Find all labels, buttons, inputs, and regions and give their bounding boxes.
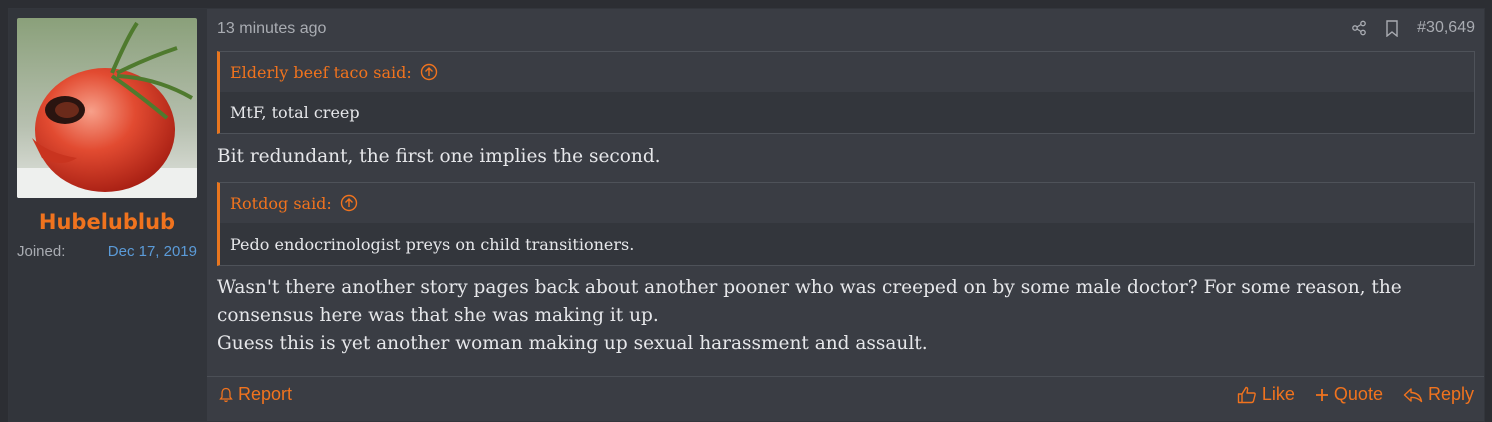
post-actions: Like Quote Reply	[1237, 384, 1474, 405]
like-button[interactable]: Like	[1237, 384, 1295, 405]
bookmark-icon[interactable]	[1385, 19, 1399, 37]
quote-author[interactable]: Elderly beef taco said:	[230, 63, 412, 82]
thumbs-up-icon	[1237, 386, 1256, 403]
reply-arrow-icon	[1403, 387, 1423, 402]
reply-line: Guess this is yet another woman making u…	[217, 333, 928, 354]
joined-row: Joined: Dec 17, 2019	[17, 243, 197, 260]
share-icon[interactable]	[1351, 20, 1367, 36]
quote-header: Elderly beef taco said:	[220, 52, 1474, 92]
arrow-up-circle-icon[interactable]	[340, 194, 358, 212]
avatar[interactable]	[17, 18, 197, 198]
reply-text-2: Wasn't there another story pages back ab…	[217, 274, 1417, 358]
forum-post: Hubelublub Joined: Dec 17, 2019 13 minut…	[8, 8, 1485, 422]
username[interactable]: Hubelublub	[17, 210, 197, 234]
quote-text: Pedo endocrinologist preys on child tran…	[230, 234, 635, 254]
post-footer: Report Like Quote Reply	[207, 376, 1484, 421]
quote-author[interactable]: Rotdog said:	[230, 194, 332, 213]
like-label: Like	[1261, 384, 1295, 404]
joined-date: Dec 17, 2019	[107, 243, 197, 260]
post-time[interactable]: 13 minutes ago	[217, 20, 326, 38]
quote-text: MtF, total creep	[230, 102, 360, 122]
quote-label: Quote	[1333, 384, 1383, 404]
arrow-up-circle-icon[interactable]	[420, 63, 438, 81]
quote-block-2: Rotdog said: Pedo endocrinologist preys …	[217, 182, 1475, 266]
reply-label: Reply	[1427, 384, 1474, 404]
report-button[interactable]: Report	[219, 384, 292, 405]
reply-text-1: Bit redundant, the first one implies the…	[217, 146, 661, 167]
reply-line: Wasn't there another story pages back ab…	[217, 277, 1402, 298]
bell-icon	[219, 387, 233, 402]
joined-label: Joined:	[17, 243, 66, 260]
reply-line: consensus here was that she was making i…	[217, 305, 659, 326]
post-number[interactable]: #30,649	[1417, 19, 1475, 37]
report-label: Report	[238, 384, 293, 404]
quote-header: Rotdog said:	[220, 183, 1474, 223]
quote-block-1: Elderly beef taco said: MtF, total creep	[217, 51, 1475, 134]
plus-icon	[1315, 388, 1328, 401]
quote-button[interactable]: Quote	[1315, 384, 1383, 405]
reply-button[interactable]: Reply	[1403, 384, 1474, 405]
post-main: 13 minutes ago #30,649 Elderly beef taco…	[207, 9, 1484, 421]
user-panel: Hubelublub Joined: Dec 17, 2019	[9, 9, 207, 421]
post-meta-actions: #30,649	[1351, 19, 1475, 37]
